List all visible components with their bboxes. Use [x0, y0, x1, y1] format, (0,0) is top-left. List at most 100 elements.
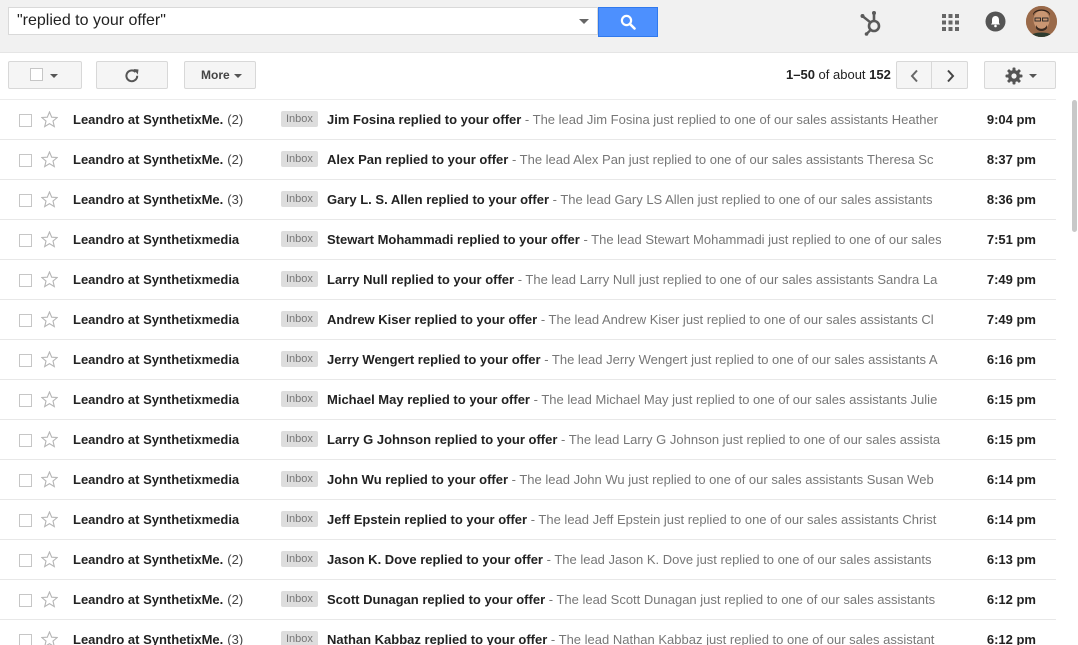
more-button[interactable]: More: [184, 61, 256, 89]
inbox-label-badge[interactable]: Inbox: [281, 111, 318, 127]
sender: Leandro at Synthetixmedia: [73, 432, 243, 447]
star-icon[interactable]: [41, 311, 58, 328]
star-icon[interactable]: [41, 511, 58, 528]
inbox-label-badge[interactable]: Inbox: [281, 191, 318, 207]
message-row[interactable]: Leandro at SynthetixMe. (2) Inbox Jason K. …: [0, 540, 1056, 580]
inbox-label-badge[interactable]: Inbox: [281, 351, 318, 367]
message-subject: Larry G Johnson replied to your offer: [327, 432, 558, 447]
message-row[interactable]: Leandro at SynthetixMe. (2) Inbox Jim Fosin…: [0, 100, 1056, 140]
row-checkbox[interactable]: [19, 514, 32, 527]
select-all-checkbox[interactable]: [30, 68, 43, 81]
inbox-label-badge[interactable]: Inbox: [281, 151, 318, 167]
message-row[interactable]: Leandro at Synthetixmedia Inbox Jeff Epste…: [0, 500, 1056, 540]
sender-name: Leandro at: [73, 352, 144, 367]
star-icon[interactable]: [41, 271, 58, 288]
row-checkbox[interactable]: [19, 394, 32, 407]
inbox-label-badge[interactable]: Inbox: [281, 391, 318, 407]
sender-org: Synthetixmedia: [143, 512, 240, 527]
inbox-label-badge[interactable]: Inbox: [281, 471, 318, 487]
inbox-label-badge[interactable]: Inbox: [281, 431, 318, 447]
row-checkbox[interactable]: [19, 274, 32, 287]
row-checkbox[interactable]: [19, 474, 32, 487]
search-options-dropdown-icon[interactable]: [579, 19, 589, 24]
row-checkbox[interactable]: [19, 314, 32, 327]
sender: Leandro at Synthetixmedia: [73, 232, 243, 247]
message-row[interactable]: Leandro at Synthetixmedia Inbox John Wu re…: [0, 460, 1056, 500]
message-row[interactable]: Leandro at SynthetixMe. (3) Inbox Nathan Ka…: [0, 620, 1056, 645]
bell-icon[interactable]: [985, 11, 1006, 32]
inbox-label-badge[interactable]: Inbox: [281, 591, 318, 607]
row-checkbox[interactable]: [19, 434, 32, 447]
sender-name: Leandro at: [73, 592, 144, 607]
message-subject: Larry Null replied to your offer: [327, 272, 515, 287]
message-row[interactable]: Leandro at Synthetixmedia Inbox Andrew Kis…: [0, 300, 1056, 340]
star-icon[interactable]: [41, 231, 58, 248]
message-subject: Stewart Mohammadi replied to your offer: [327, 232, 580, 247]
thread-count: (2): [227, 592, 244, 607]
inbox-label-badge[interactable]: Inbox: [281, 311, 318, 327]
select-all-button[interactable]: [8, 61, 82, 89]
inbox-label-badge[interactable]: Inbox: [281, 231, 318, 247]
message-row[interactable]: Leandro at Synthetixmedia Inbox Larry G Jo…: [0, 420, 1056, 460]
apps-grid-icon[interactable]: [942, 14, 959, 31]
star-icon[interactable]: [41, 551, 58, 568]
row-checkbox[interactable]: [19, 194, 32, 207]
chevron-down-icon: [50, 74, 58, 78]
message-row[interactable]: Leandro at Synthetixmedia Inbox Michael Ma…: [0, 380, 1056, 420]
older-button[interactable]: [932, 61, 968, 89]
sender-name: Leandro at: [73, 232, 144, 247]
scrollbar[interactable]: [1072, 100, 1077, 232]
sender-name: Leandro at: [73, 632, 144, 645]
row-checkbox[interactable]: [19, 594, 32, 607]
message-snippet: - The lead Scott Dunagan just replied to…: [545, 592, 936, 607]
sender: Leandro at Synthetixmedia: [73, 312, 243, 327]
avatar[interactable]: [1026, 6, 1057, 37]
message-row[interactable]: Leandro at Synthetixmedia Inbox Larry Null…: [0, 260, 1056, 300]
message-time: 9:04 pm: [986, 112, 1036, 127]
inbox-label-badge[interactable]: Inbox: [281, 271, 318, 287]
message-subject: Alex Pan replied to your offer: [327, 152, 509, 167]
refresh-button[interactable]: [96, 61, 168, 89]
star-icon[interactable]: [41, 111, 58, 128]
message-time: 6:12 pm: [986, 592, 1036, 607]
message-row[interactable]: Leandro at SynthetixMe. (3) Inbox Gary L. S…: [0, 180, 1056, 220]
settings-button[interactable]: [984, 61, 1056, 89]
row-checkbox[interactable]: [19, 114, 32, 127]
hubspot-sprocket-icon[interactable]: [858, 9, 886, 37]
star-icon[interactable]: [41, 151, 58, 168]
message-time: 7:51 pm: [986, 232, 1036, 247]
star-icon[interactable]: [41, 471, 58, 488]
search-input[interactable]: [9, 8, 569, 34]
star-icon[interactable]: [41, 631, 58, 645]
message-subject: Andrew Kiser replied to your offer: [327, 312, 538, 327]
star-icon[interactable]: [41, 431, 58, 448]
message-time: 7:49 pm: [986, 272, 1036, 287]
row-checkbox[interactable]: [19, 234, 32, 247]
newer-button[interactable]: [896, 61, 932, 89]
message-row[interactable]: Leandro at SynthetixMe. (2) Inbox Scott Dun…: [0, 580, 1056, 620]
star-icon[interactable]: [41, 591, 58, 608]
message-subject: Scott Dunagan replied to your offer: [327, 592, 546, 607]
row-checkbox[interactable]: [19, 634, 32, 645]
message-row[interactable]: Leandro at SynthetixMe. (2) Inbox Alex Pan …: [0, 140, 1056, 180]
sender-org: Synthetixmedia: [143, 472, 240, 487]
message-row[interactable]: Leandro at Synthetixmedia Inbox Stewart Mo…: [0, 220, 1056, 260]
row-checkbox[interactable]: [19, 154, 32, 167]
star-icon[interactable]: [41, 391, 58, 408]
paging-of: of about: [818, 67, 866, 82]
message-row[interactable]: Leandro at Synthetixmedia Inbox Jerry Weng…: [0, 340, 1056, 380]
star-icon[interactable]: [41, 351, 58, 368]
message-content: Jerry Wengert replied to your offer - Th…: [327, 352, 941, 367]
inbox-label-badge[interactable]: Inbox: [281, 631, 318, 645]
message-subject: Jeff Epstein replied to your offer: [327, 512, 528, 527]
inbox-label-badge[interactable]: Inbox: [281, 551, 318, 567]
message-content: John Wu replied to your offer - The lead…: [327, 472, 941, 487]
star-icon[interactable]: [41, 191, 58, 208]
search-button[interactable]: [598, 7, 658, 37]
sender-org: Synthetixmedia: [143, 432, 240, 447]
inbox-label-badge[interactable]: Inbox: [281, 511, 318, 527]
more-label: More: [201, 68, 230, 82]
search-box[interactable]: [8, 7, 598, 35]
row-checkbox[interactable]: [19, 554, 32, 567]
row-checkbox[interactable]: [19, 354, 32, 367]
